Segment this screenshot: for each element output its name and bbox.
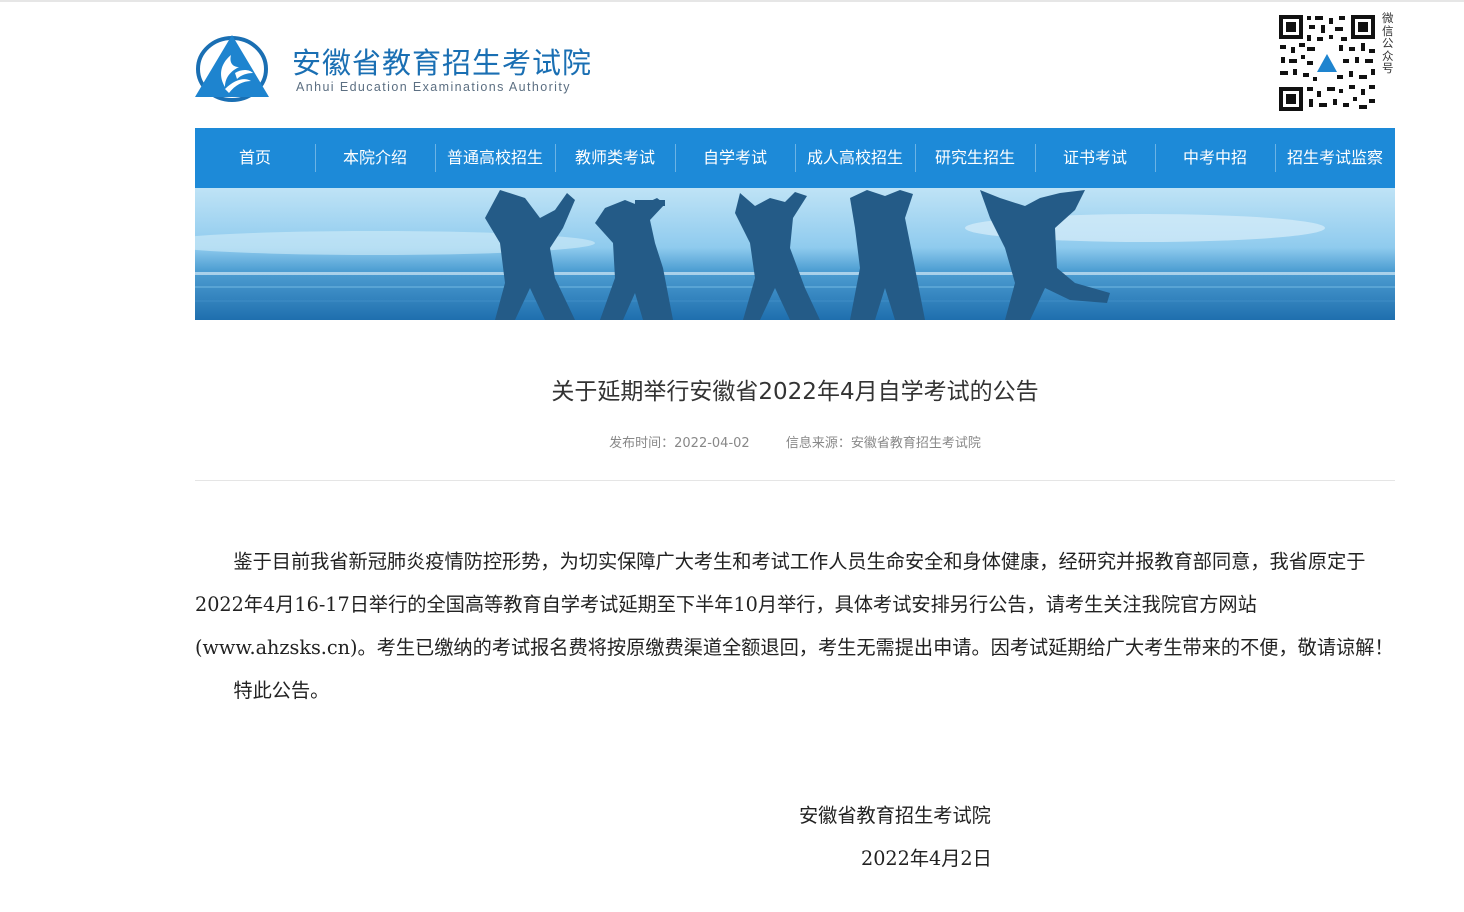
publish-time: 发布时间：2022-04-02 — [609, 436, 750, 451]
nav-item-certificate-exams[interactable]: 证书考试 — [1035, 128, 1155, 188]
signature-date: 2022年4月2日 — [861, 847, 992, 870]
nav-item-adult-admission[interactable]: 成人高校招生 — [795, 128, 915, 188]
main-nav: 首页 本院介绍 普通高校招生 教师类考试 自学考试 成人高校招生 研究生招生 证… — [195, 128, 1395, 188]
title-divider — [195, 480, 1395, 481]
paragraph-closing: 特此公告。 — [233, 679, 330, 702]
nav-item-about[interactable]: 本院介绍 — [315, 128, 435, 188]
info-source: 信息来源：安徽省教育招生考试院 — [785, 436, 981, 451]
nav-item-home[interactable]: 首页 — [195, 128, 315, 188]
qr-code-label: 微信公众号 — [1382, 11, 1394, 75]
top-border — [0, 0, 1464, 2]
nav-item-exam-supervision[interactable]: 招生考试监察 — [1275, 128, 1395, 188]
authority-logo[interactable] — [195, 33, 271, 103]
article-meta: 发布时间：2022-04-02 信息来源：安徽省教育招生考试院 — [195, 432, 1395, 451]
paragraph-notice: 鉴于目前我省新冠肺炎疫情防控形势，为切实保障广大考生和考试工作人员生命安全和身体… — [195, 550, 1394, 659]
nav-item-high-school-entrance[interactable]: 中考中招 — [1155, 128, 1275, 188]
graduation-banner — [195, 188, 1395, 320]
site-title[interactable]: 安徽省教育招生考试院 — [292, 40, 592, 82]
signature: 安徽省教育招生考试院 — [799, 804, 991, 827]
article-body: 鉴于目前我省新冠肺炎疫情防控形势，为切实保障广大考生和考试工作人员生命安全和身体… — [195, 540, 1395, 712]
nav-item-general-admission[interactable]: 普通高校招生 — [435, 128, 555, 188]
nav-item-self-study-exams[interactable]: 自学考试 — [675, 128, 795, 188]
article-title: 关于延期举行安徽省2022年4月自学考试的公告 — [551, 379, 1039, 405]
nav-item-graduate-admission[interactable]: 研究生招生 — [915, 128, 1035, 188]
nav-item-teacher-exams[interactable]: 教师类考试 — [555, 128, 675, 188]
site-subtitle: Anhui Education Examinations Authority — [296, 80, 571, 94]
wechat-qr-code — [1277, 13, 1377, 113]
